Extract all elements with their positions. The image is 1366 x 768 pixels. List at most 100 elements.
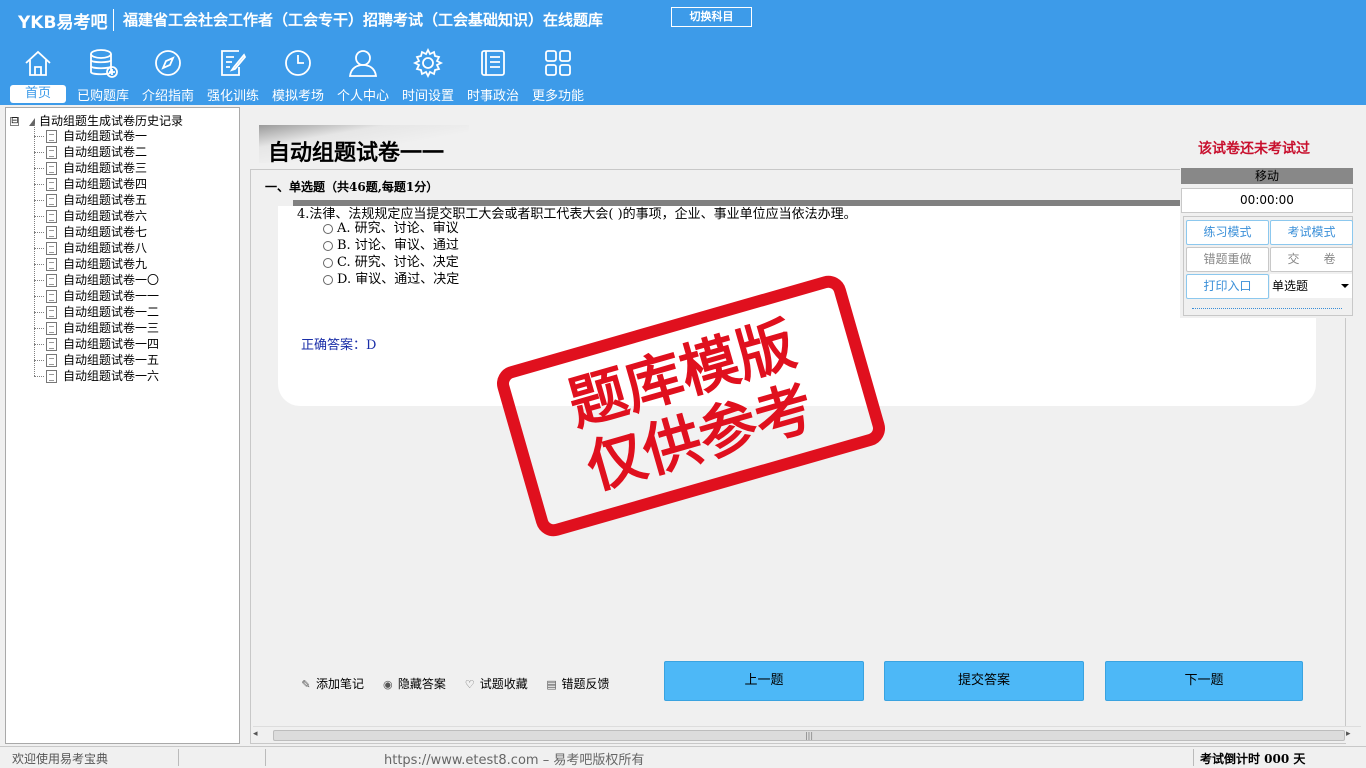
tree-item[interactable]: 自动组题试卷一四 xyxy=(34,336,159,352)
nav-current-affairs[interactable]: 时事政治 xyxy=(462,47,524,105)
radio-icon[interactable] xyxy=(323,223,333,234)
radio-icon[interactable] xyxy=(323,257,333,268)
error-feedback-button[interactable]: ▤ 错题反馈 xyxy=(546,675,609,692)
nav-label: 时事政治 xyxy=(466,89,519,104)
option-label: A. 研究、讨论、审议 xyxy=(337,221,459,236)
option-label: C. 研究、讨论、决定 xyxy=(337,255,459,270)
option-b[interactable]: B. 讨论、审议、通过 xyxy=(323,237,459,254)
tree-item[interactable]: 自动组题试卷一三 xyxy=(34,320,159,336)
tree-item[interactable]: 自动组题试卷四 xyxy=(34,176,159,192)
nav-purchased[interactable]: 已购题库 xyxy=(72,47,134,105)
nav-training[interactable]: 强化训练 xyxy=(202,47,264,105)
database-icon xyxy=(90,49,118,78)
scroll-left-arrow-icon[interactable]: ◂ xyxy=(253,729,265,739)
document-icon xyxy=(46,226,57,239)
document-icon xyxy=(46,322,57,335)
tree-item[interactable]: 自动组题试卷一 xyxy=(34,128,159,144)
radio-icon[interactable] xyxy=(323,240,333,251)
option-c[interactable]: C. 研究、讨论、决定 xyxy=(323,254,459,271)
status-divider xyxy=(265,749,266,766)
horizontal-scrollbar[interactable]: ◂ ||| ▸ xyxy=(253,726,1361,743)
add-note-button[interactable]: ✎ 添加笔记 xyxy=(300,675,364,692)
mode-buttons-box: 练习模式 考试模式 错题重做 交 卷 打印入口 单选题 xyxy=(1183,216,1353,316)
radio-icon[interactable] xyxy=(323,274,333,285)
tree-item-label: 自动组题试卷一四 xyxy=(63,337,160,351)
option-d[interactable]: D. 审议、通过、决定 xyxy=(323,271,459,288)
document-icon xyxy=(46,162,57,175)
pencil-icon: ✎ xyxy=(301,677,311,691)
tree-item[interactable]: 自动组题试卷一〇 xyxy=(34,272,159,288)
nav-time-settings[interactable]: 时间设置 xyxy=(397,47,459,105)
history-tree-panel: ⊟ 自动组题生成试卷历史记录 自动组题试卷一 自动组题试卷二 自动组题试卷三 自动组题试… xyxy=(5,107,240,744)
nav-guide[interactable]: 介绍指南 xyxy=(137,47,199,105)
tree-item[interactable]: 自动组题试卷六 xyxy=(34,208,159,224)
gear-icon xyxy=(412,47,444,79)
paper-status: 该试卷还未考试过 xyxy=(1198,141,1310,157)
scroll-thumb[interactable]: ||| xyxy=(273,730,1345,741)
tree-item-label: 自动组题试卷二 xyxy=(63,145,148,159)
heart-icon: ♡ xyxy=(464,677,475,691)
nav-label: 已购题库 xyxy=(76,89,129,104)
tree-item-label: 自动组题试卷一六 xyxy=(63,369,160,383)
tree-item[interactable]: 自动组题试卷三 xyxy=(34,160,159,176)
print-entry-button[interactable]: 打印入口 xyxy=(1186,274,1269,299)
nav-profile[interactable]: 个人中心 xyxy=(332,47,394,105)
question-type-value: 单选题 xyxy=(1272,279,1309,293)
scroll-right-arrow-icon[interactable]: ▸ xyxy=(1346,729,1358,739)
tree-item-label: 自动组题试卷四 xyxy=(63,177,148,191)
compass-icon xyxy=(155,50,181,76)
nav-label: 强化训练 xyxy=(206,89,259,104)
nav-mock-exam[interactable]: 模拟考场 xyxy=(267,47,329,105)
tree-item[interactable]: 自动组题试卷一五 xyxy=(34,352,159,368)
tree-item[interactable]: 自动组题试卷一六 xyxy=(34,368,159,384)
document-icon xyxy=(46,370,57,383)
exam-mode-button[interactable]: 考试模式 xyxy=(1270,220,1353,245)
grid-icon xyxy=(545,50,571,76)
home-icon xyxy=(25,50,51,76)
next-question-button[interactable]: 下一题 xyxy=(1105,661,1303,701)
hide-answer-button[interactable]: ◉ 隐藏答案 xyxy=(382,675,446,692)
document-icon xyxy=(46,290,57,303)
eye-icon: ◉ xyxy=(383,677,393,691)
collapse-icon[interactable]: ⊟ xyxy=(10,117,19,126)
document-icon xyxy=(46,194,57,207)
nav-home[interactable]: 首页 xyxy=(7,47,69,105)
tree-item[interactable]: 自动组题试卷八 xyxy=(34,240,159,256)
tree-root[interactable]: ⊟ 自动组题生成试卷历史记录 xyxy=(10,112,183,129)
tree-item[interactable]: 自动组题试卷九 xyxy=(34,256,159,272)
switch-subject-button[interactable]: 切换科目 xyxy=(671,7,752,27)
favorite-button[interactable]: ♡ 试题收藏 xyxy=(464,675,528,692)
tool-label: 添加笔记 xyxy=(316,677,365,691)
option-a[interactable]: A. 研究、讨论、审议 xyxy=(323,220,459,237)
tree-item-label: 自动组题试卷一三 xyxy=(63,321,160,335)
dotted-divider xyxy=(1192,308,1342,309)
question-type-select[interactable]: 单选题 xyxy=(1270,274,1352,298)
tree-item-label: 自动组题试卷九 xyxy=(63,257,148,271)
tree-item[interactable]: 自动组题试卷一二 xyxy=(34,304,159,320)
redo-wrong-button[interactable]: 错题重做 xyxy=(1186,247,1269,272)
nav-more[interactable]: 更多功能 xyxy=(527,47,589,105)
clock-icon xyxy=(285,50,311,76)
tree-item[interactable]: 自动组题试卷七 xyxy=(34,224,159,240)
tree-item[interactable]: 自动组题试卷五 xyxy=(34,192,159,208)
tree-item[interactable]: 自动组题试卷二 xyxy=(34,144,159,160)
move-handle[interactable]: 移动 xyxy=(1181,168,1353,184)
prev-question-button[interactable]: 上一题 xyxy=(664,661,864,701)
practice-mode-button[interactable]: 练习模式 xyxy=(1186,220,1269,245)
tree-item[interactable]: 自动组题试卷一一 xyxy=(34,288,159,304)
tool-label: 隐藏答案 xyxy=(397,677,446,691)
options-list: A. 研究、讨论、审议 B. 讨论、审议、通过 C. 研究、讨论、决定 D. 审… xyxy=(323,220,459,288)
status-divider xyxy=(1193,749,1194,766)
submit-answer-button[interactable]: 提交答案 xyxy=(884,661,1084,701)
option-label: B. 讨论、审议、通过 xyxy=(337,238,459,253)
correct-answer: 正确答案：D xyxy=(301,338,377,353)
app-title: 福建省工会社会工作者（工会专干）招聘考试（工会基础知识）在线题库 xyxy=(123,11,604,29)
document-icon xyxy=(46,146,57,159)
hand-in-button[interactable]: 交 卷 xyxy=(1270,247,1353,272)
status-bar: 欢迎使用易考宝典 https://www.etest8.com – 易考吧版权所… xyxy=(0,746,1366,768)
tree-item-label: 自动组题试卷一 xyxy=(63,129,148,143)
tree-item-label: 自动组题试卷一五 xyxy=(63,353,160,367)
nav-label: 更多功能 xyxy=(531,89,584,104)
nav-label: 时间设置 xyxy=(401,89,454,104)
tree-item-label: 自动组题试卷五 xyxy=(63,193,148,207)
